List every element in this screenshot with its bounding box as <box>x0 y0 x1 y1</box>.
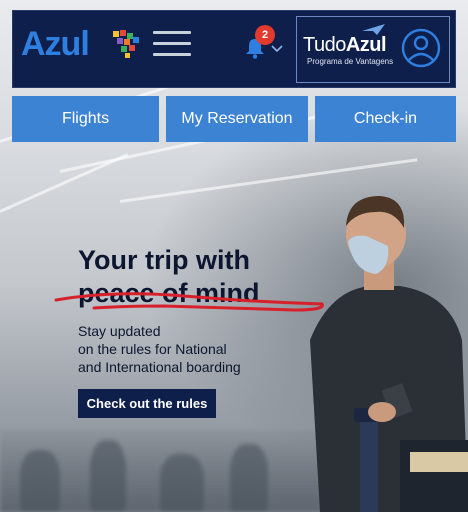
notifications-button[interactable]: 2 <box>245 25 287 63</box>
hero-description-line: and International boarding <box>78 359 241 375</box>
chevron-down-icon <box>271 45 283 53</box>
ceiling-beam <box>0 153 129 213</box>
nav-my-reservation-button[interactable]: My Reservation <box>166 96 308 142</box>
hero-title-line1: Your trip with <box>78 245 250 275</box>
tudoazul-logo: TudoAzul <box>303 34 387 56</box>
strikethrough-scribble <box>54 292 324 312</box>
hero-description-line: on the rules for National <box>78 341 227 357</box>
check-out-rules-button[interactable]: Check out the rules <box>78 389 216 418</box>
brazil-map-icon <box>113 30 139 58</box>
azul-logo[interactable]: Azul <box>21 25 90 64</box>
tudoazul-subtitle: Programa de Vantagens <box>307 57 394 66</box>
nav-flights-button[interactable]: Flights <box>12 96 159 142</box>
top-header: Azul 2 TudoAzul Programa de Vantagens <box>12 10 456 88</box>
menu-icon[interactable] <box>153 31 191 59</box>
hero-description-line: Stay updated <box>78 323 161 339</box>
hero-description: Stay updated on the rules for National a… <box>78 322 241 376</box>
user-icon <box>401 28 441 68</box>
traveler-photo <box>310 196 468 512</box>
tudoazul-loyalty-button[interactable]: TudoAzul Programa de Vantagens <box>296 16 450 83</box>
nav-check-in-button[interactable]: Check-in <box>315 96 456 142</box>
notification-badge: 2 <box>255 25 275 45</box>
